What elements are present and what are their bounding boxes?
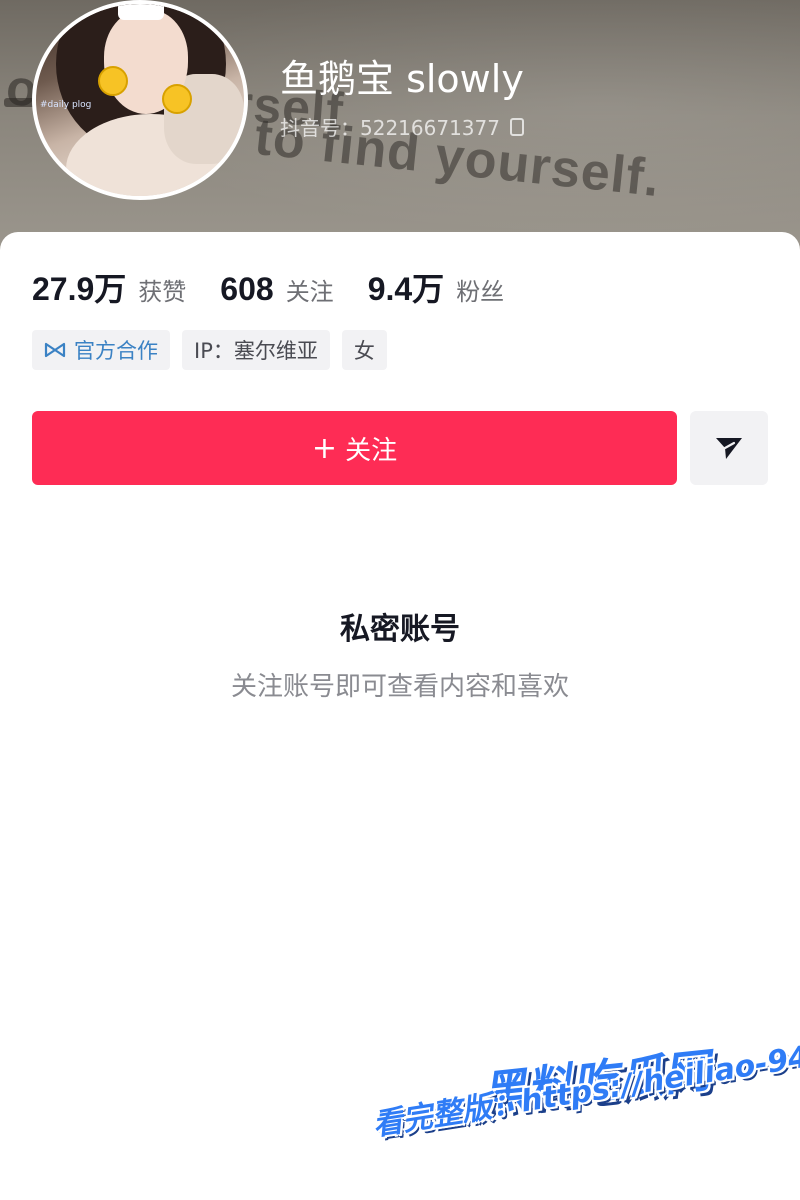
sticker-ears — [118, 4, 164, 20]
official-partner-tag[interactable]: 官方合作 — [32, 330, 170, 370]
official-partner-icon — [44, 342, 66, 358]
copy-icon[interactable] — [509, 117, 524, 136]
official-partner-label: 官方合作 — [74, 339, 158, 363]
douyin-id[interactable]: 抖音号：52216671377 — [280, 112, 524, 141]
follow-button-label: 关注 — [345, 435, 398, 466]
stat-followers[interactable]: 9.4万 粉丝 — [368, 264, 505, 310]
stat-value: 608 — [220, 271, 274, 307]
gender-tag: 女 — [341, 330, 387, 370]
stat-value: 9.4万 — [367, 271, 445, 307]
follow-button[interactable]: + 关注 — [32, 411, 677, 485]
stat-label: 关注 — [285, 278, 334, 306]
avatar[interactable]: #daily plog — [32, 0, 248, 200]
plus-icon: + — [311, 430, 338, 466]
private-account-title: 私密账号 — [340, 612, 460, 647]
send-message-button[interactable] — [690, 411, 768, 485]
stats-row: 27.9万 获赞 608 关注 9.4万 粉丝 — [32, 264, 538, 310]
avatar-watermark-text: #daily plog — [40, 100, 92, 110]
stat-label: 获赞 — [138, 278, 187, 306]
hand-emoji-sticker — [98, 66, 128, 96]
profile-page: oose yourself to find yourself. #daily p… — [0, 0, 800, 1200]
ip-location-tag: IP：塞尔维亚 — [182, 330, 330, 370]
hand-emoji-sticker — [162, 84, 192, 114]
stat-value: 27.9万 — [32, 271, 127, 307]
profile-tags: 官方合作 IP：塞尔维亚 女 — [32, 330, 387, 370]
send-icon — [716, 438, 742, 459]
stat-label: 粉丝 — [456, 278, 505, 306]
douyin-id-text: 抖音号：52216671377 — [280, 116, 500, 140]
stat-likes[interactable]: 27.9万 获赞 — [32, 264, 186, 310]
profile-name: 鱼鹅宝 slowly — [280, 57, 524, 101]
stat-following[interactable]: 608 关注 — [220, 271, 333, 308]
private-account-description: 关注账号即可查看内容和喜欢 — [230, 672, 569, 702]
